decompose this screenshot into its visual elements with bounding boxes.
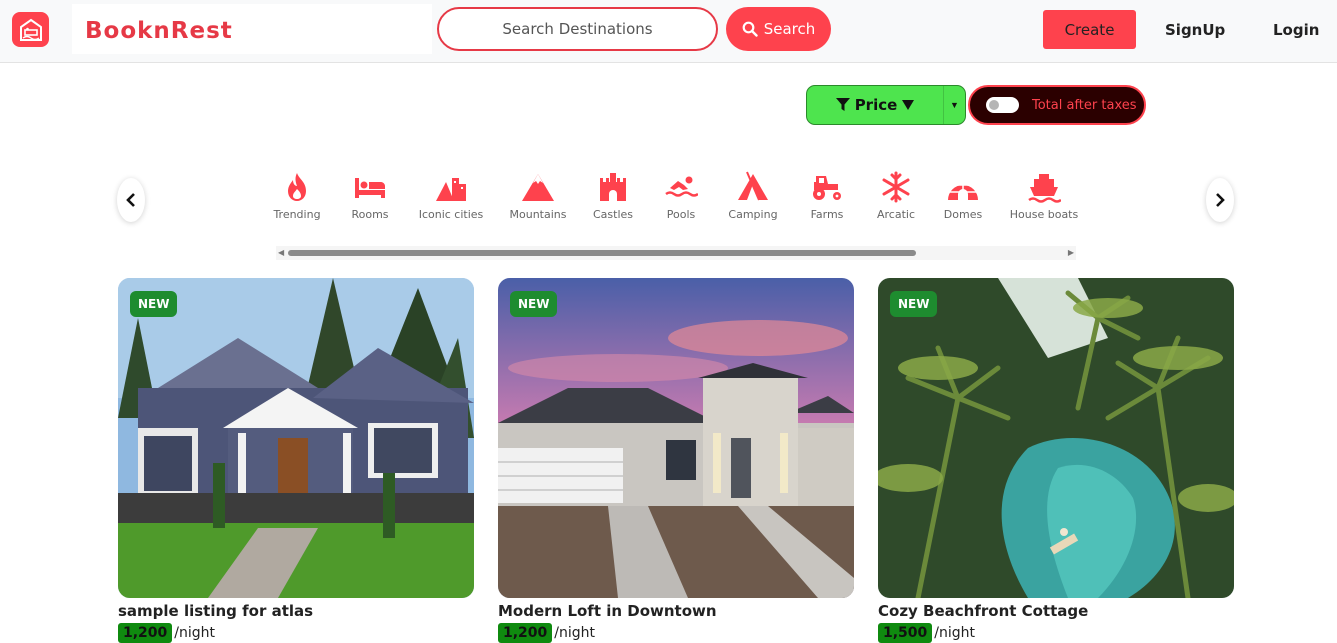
- castle-icon: [600, 173, 626, 201]
- login-link[interactable]: Login: [1273, 21, 1319, 39]
- category-iconic-cities[interactable]: Iconic cities: [411, 170, 491, 221]
- listing-image[interactable]: NEW: [878, 278, 1234, 598]
- category-label: Iconic cities: [418, 208, 484, 221]
- category-camping[interactable]: Camping: [713, 170, 793, 221]
- navbar: BooknRest Search Create SignUp Login: [0, 0, 1337, 63]
- category-trending[interactable]: Trending: [257, 170, 337, 221]
- category-label: Rooms: [351, 208, 389, 221]
- category-label: Camping: [728, 208, 778, 221]
- price-value: 1,200: [498, 623, 553, 643]
- category-pools[interactable]: Pools: [641, 170, 721, 221]
- category-label: Arcatic: [876, 208, 915, 221]
- category-scrollbar[interactable]: ◀ ▶: [276, 246, 1076, 260]
- category-label: Trending: [273, 208, 321, 221]
- swimmer-icon: [665, 176, 698, 197]
- brand-wrap: BooknRest: [72, 4, 432, 54]
- lagoon-photo: [878, 278, 1234, 598]
- category-label: House boats: [1009, 208, 1079, 221]
- price-unit: /night: [934, 625, 976, 641]
- listing-card[interactable]: NEW Cozy Beachfront Cottage 1,500 /night: [878, 278, 1234, 643]
- category-mountains[interactable]: Mountains: [498, 170, 578, 221]
- listing-title[interactable]: Cozy Beachfront Cottage: [878, 602, 1234, 620]
- category-house-boats[interactable]: House boats: [1004, 170, 1084, 221]
- price-dropdown-toggle[interactable]: ▼: [943, 86, 965, 124]
- listing-image[interactable]: NEW: [118, 278, 474, 598]
- listing-image[interactable]: NEW: [498, 278, 854, 598]
- new-badge: NEW: [130, 291, 178, 317]
- tax-toggle-label: Total after taxes: [1032, 97, 1137, 113]
- snowflake-icon: [882, 171, 910, 203]
- search-button-label: Search: [763, 20, 816, 38]
- price-filter-label: Price: [854, 96, 898, 114]
- listing-title[interactable]: sample listing for atlas: [118, 602, 474, 620]
- tax-switch[interactable]: [986, 97, 1019, 113]
- category-label: Domes: [943, 208, 983, 221]
- category-label: Pools: [666, 208, 696, 221]
- scrollbar-thumb[interactable]: [288, 250, 916, 256]
- brand-name[interactable]: BooknRest: [85, 18, 233, 44]
- price-value: 1,500: [878, 623, 933, 643]
- tent-icon: [738, 171, 768, 201]
- category-rooms[interactable]: Rooms: [330, 170, 410, 221]
- listing-price: 1,500 /night: [878, 623, 1234, 643]
- scroll-right-arrow[interactable]: ▶: [1068, 248, 1074, 257]
- category-next-button[interactable]: [1206, 178, 1234, 222]
- category-label: Castles: [592, 208, 634, 221]
- city-icon: [436, 178, 466, 201]
- new-badge: NEW: [890, 291, 938, 317]
- price-value: 1,200: [118, 623, 173, 643]
- create-button[interactable]: Create: [1043, 10, 1136, 49]
- mountain-icon: [522, 174, 554, 201]
- scroll-left-arrow[interactable]: ◀: [278, 248, 284, 257]
- listing-price: 1,200 /night: [118, 623, 474, 643]
- category-domes[interactable]: Domes: [923, 170, 1003, 221]
- house-photo: [498, 278, 854, 598]
- igloo-icon: [948, 184, 978, 200]
- new-badge: NEW: [510, 291, 558, 317]
- listing-title[interactable]: Modern Loft in Downtown: [498, 602, 854, 620]
- bed-icon: [355, 178, 385, 198]
- caret-down-icon: [902, 100, 915, 110]
- fire-icon: [288, 173, 306, 201]
- listing-card[interactable]: NEW sample listing for atlas 1,200 /nigh…: [118, 278, 474, 643]
- house-bed-icon: [19, 18, 42, 41]
- search-input[interactable]: [437, 7, 718, 51]
- category-prev-button[interactable]: [117, 178, 145, 222]
- price-unit: /night: [174, 625, 216, 641]
- price-filter-button[interactable]: Price ▼: [806, 85, 966, 125]
- tractor-icon: [813, 176, 841, 200]
- category-farms[interactable]: Farms: [787, 170, 867, 221]
- price-unit: /night: [554, 625, 596, 641]
- ship-icon: [1028, 174, 1061, 203]
- search-button[interactable]: Search: [726, 7, 831, 51]
- listing-price: 1,200 /night: [498, 623, 854, 643]
- category-label: Farms: [810, 208, 844, 221]
- filter-icon: [835, 98, 850, 111]
- chevron-right-icon: [1216, 193, 1225, 207]
- signup-link[interactable]: SignUp: [1165, 21, 1225, 39]
- category-label: Mountains: [509, 208, 567, 221]
- search-icon: [742, 21, 758, 37]
- chevron-left-icon: [126, 193, 135, 207]
- price-sort-toggle[interactable]: Price: [807, 96, 943, 114]
- listing-card[interactable]: NEW Modern Loft in Downtown 1,200 /night: [498, 278, 854, 643]
- logo-icon[interactable]: [12, 12, 49, 47]
- tax-toggle[interactable]: Total after taxes: [968, 85, 1146, 125]
- house-photo: [118, 278, 474, 598]
